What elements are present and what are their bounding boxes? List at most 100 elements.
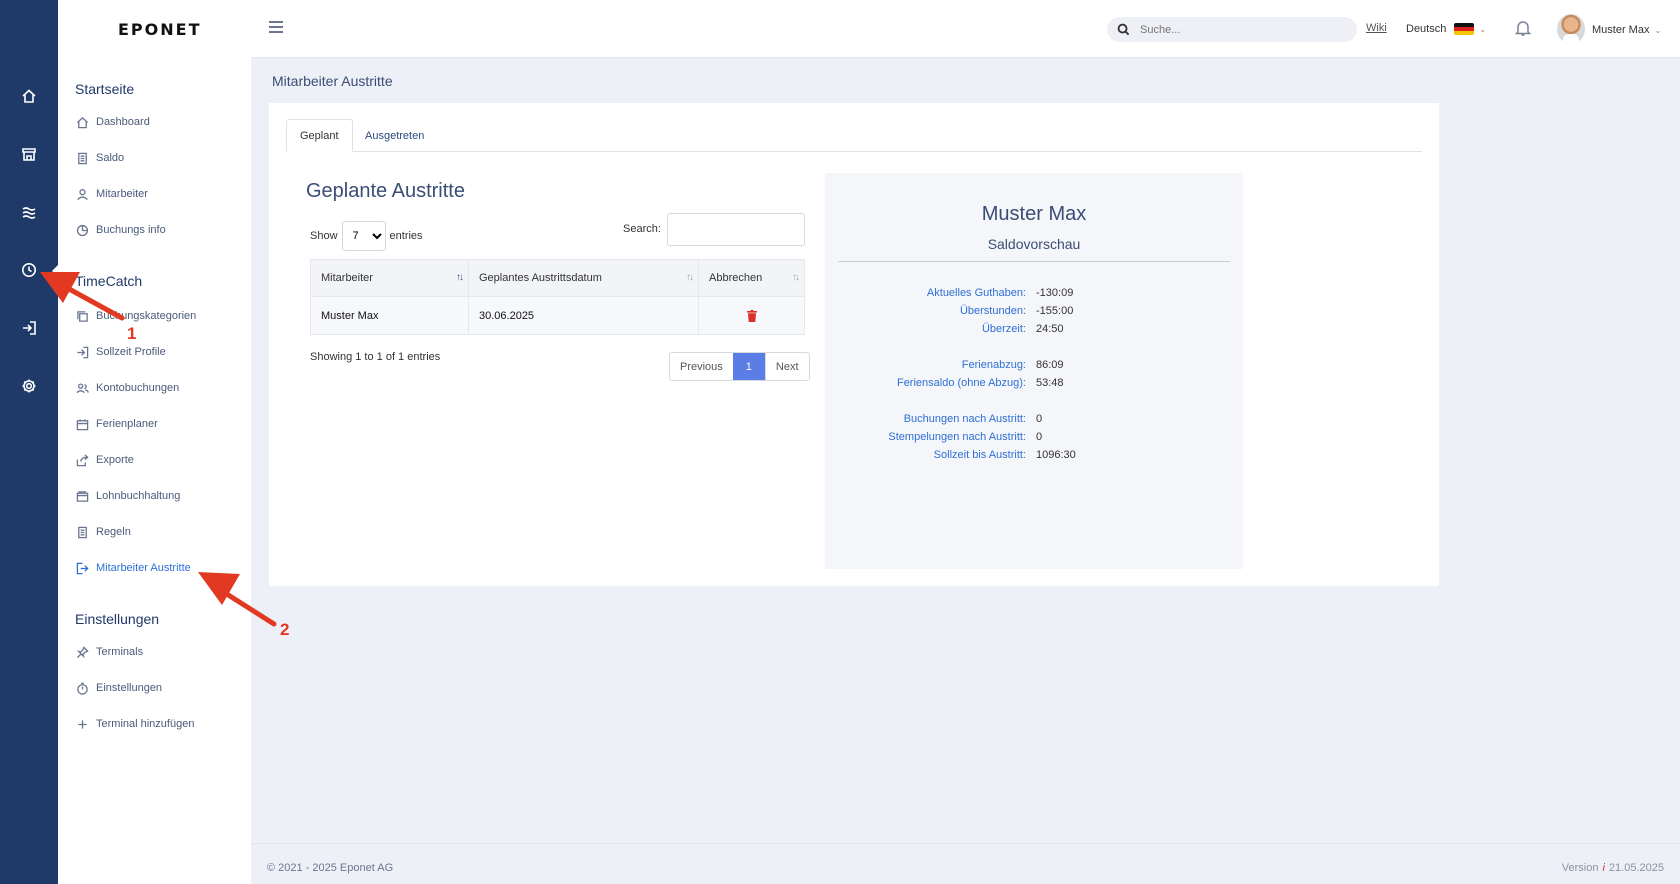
sidebar-item-dashboard[interactable]: Dashboard xyxy=(75,113,150,131)
sidebar-item-label: Sollzeit Profile xyxy=(96,346,166,358)
planned-exits-table: Mitarbeiter ↑↓ Geplantes Austrittsdatum ↑↓… xyxy=(310,259,805,335)
pagination: Previous 1 Next xyxy=(669,352,810,381)
tab-geplant[interactable]: Geplant xyxy=(286,119,353,152)
language-selector[interactable]: Deutsch ⌄ xyxy=(1406,23,1486,35)
column-header-mitarbeiter[interactable]: Mitarbeiter ↑↓ xyxy=(310,259,469,297)
previous-button[interactable]: Previous xyxy=(670,353,733,380)
sidebar-item-label: Saldo xyxy=(96,152,125,164)
german-flag-icon xyxy=(1454,23,1475,35)
next-button[interactable]: Next xyxy=(764,353,809,380)
sidebar-item-label: Kontobuchungen xyxy=(96,382,180,394)
tab-ausgetreten[interactable]: Ausgetreten xyxy=(352,119,437,152)
copyright: © 2021 - 2025 Eponet AG xyxy=(267,862,394,874)
logout-icon xyxy=(75,561,89,575)
cell-austrittsdatum: 30.06.2025 xyxy=(468,296,699,335)
sidebar-item-einstellungen[interactable]: Einstellungen xyxy=(75,679,162,697)
search-input[interactable] xyxy=(1140,23,1330,36)
sort-icon: ↑↓ xyxy=(792,272,800,283)
login-icon[interactable] xyxy=(19,318,39,338)
chevron-down-icon: ⌄ xyxy=(1654,25,1662,35)
wiki-link[interactable]: Wiki xyxy=(1366,22,1387,34)
sidebar-item-label: Ferienplaner xyxy=(96,418,158,430)
content-card: Geplant Ausgetreten Geplante Austritte S… xyxy=(269,103,1439,586)
entries-select[interactable]: 7 xyxy=(341,221,386,251)
preview-row: Ferienabzug: 86:09 xyxy=(961,359,1064,371)
table-info: Showing 1 to 1 of 1 entries xyxy=(310,351,441,363)
section-title-einstellungen: Einstellungen xyxy=(75,611,160,627)
sidebar-item-buchungskategorien[interactable]: Buchungskategorien xyxy=(75,307,196,325)
preview-employee-name: Muster Max xyxy=(981,203,1087,225)
column-header-austrittsdatum[interactable]: Geplantes Austrittsdatum ↑↓ xyxy=(468,259,699,297)
preview-row: Sollzeit bis Austritt: 1096:30 xyxy=(933,449,1076,461)
page-title: Mitarbeiter Austritte xyxy=(272,73,393,89)
notification-bell-icon[interactable] xyxy=(1514,19,1532,39)
avatar[interactable] xyxy=(1557,14,1585,44)
page-1-button[interactable]: 1 xyxy=(732,353,765,380)
sidebar-item-label: Terminal hinzufügen xyxy=(96,718,195,730)
login-icon xyxy=(75,345,89,359)
preview-row: Buchungen nach Austritt: 0 xyxy=(903,413,1043,425)
gear-icon[interactable] xyxy=(19,376,39,396)
tab-bar: Geplant Ausgetreten xyxy=(286,119,1422,152)
preview-row: Überzeit: 24:50 xyxy=(981,323,1064,335)
sidebar-item-regeln[interactable]: Regeln xyxy=(75,523,131,541)
sidebar-item-label: Dashboard xyxy=(96,116,150,128)
cell-mitarbeiter: Muster Max xyxy=(310,296,469,335)
sidebar-item-kontobuchungen[interactable]: Kontobuchungen xyxy=(75,379,179,397)
home-icon[interactable] xyxy=(19,86,39,106)
page-length-control: Show 7 entries xyxy=(310,221,423,251)
document-icon xyxy=(75,151,89,165)
footer: © 2021 - 2025 Eponet AG Version i 21.05.20… xyxy=(251,843,1680,884)
pie-chart-icon xyxy=(75,223,89,237)
info-icon[interactable]: i xyxy=(1602,862,1604,874)
sort-icon: ↑↓ xyxy=(456,272,464,283)
sidebar-item-label: Terminals xyxy=(96,646,144,658)
sidebar-item-saldo[interactable]: Saldo xyxy=(75,149,124,167)
preview-subtitle: Saldovorschau xyxy=(987,236,1081,252)
sort-icon: ↑↓ xyxy=(686,272,694,283)
top-bar: Wiki Deutsch ⌄ Muster Max ⌄ xyxy=(251,0,1680,58)
sidebar-item-lohnbuchhaltung[interactable]: Lohnbuchhaltung xyxy=(75,487,180,505)
search-icon xyxy=(1117,23,1130,36)
eponet-logo[interactable]: EPONET xyxy=(118,20,202,39)
sidebar-item-label: Exporte xyxy=(96,454,134,466)
sidebar-item-label: Mitarbeiter xyxy=(96,188,148,200)
sidebar-item-label: Buchungs info xyxy=(96,224,166,236)
sidebar-item-terminals[interactable]: Terminals xyxy=(75,643,143,661)
preview-row: Feriensaldo (ohne Abzug): 53:48 xyxy=(896,377,1064,389)
clock-icon[interactable] xyxy=(19,260,39,280)
cell-abbrechen xyxy=(698,296,805,335)
sidebar-item-mitarbeiter-austritte[interactable]: Mitarbeiter Austritte xyxy=(75,559,191,577)
share-icon xyxy=(75,453,89,467)
annotation-number-2: 2 xyxy=(280,620,290,639)
sidebar-item-exporte[interactable]: Exporte xyxy=(75,451,134,469)
copy-icon xyxy=(75,309,89,323)
divider xyxy=(838,261,1230,262)
table-search-input[interactable] xyxy=(667,213,805,246)
column-header-abbrechen[interactable]: Abbrechen ↑↓ xyxy=(698,259,805,297)
plus-icon xyxy=(75,717,89,731)
preview-row: Stempelungen nach Austritt: 0 xyxy=(888,431,1043,443)
wallet-icon xyxy=(75,489,89,503)
annotation-number-1: 1 xyxy=(127,324,137,343)
entries-label: entries xyxy=(389,230,423,242)
pin-icon xyxy=(75,645,89,659)
section-title-timecatch: TimeCatch xyxy=(75,273,143,289)
sidebar-item-ferienplaner[interactable]: Ferienplaner xyxy=(75,415,158,433)
sidebar-item-buchungs-info[interactable]: Buchungs info xyxy=(75,221,166,239)
sidebar-item-terminal-hinzufuegen[interactable]: Terminal hinzufügen xyxy=(75,715,194,733)
search-field[interactable] xyxy=(1107,17,1357,42)
users-icon xyxy=(75,381,89,395)
version-label: Version xyxy=(1561,862,1599,874)
menu-toggle-icon[interactable] xyxy=(269,21,283,33)
version-info: Version i 21.05.2025 xyxy=(1562,862,1664,874)
sidebar-item-mitarbeiter[interactable]: Mitarbeiter xyxy=(75,185,148,203)
stopwatch-icon xyxy=(75,681,89,695)
sidebar-item-sollzeit-profile[interactable]: Sollzeit Profile xyxy=(75,343,166,361)
preview-row: Aktuelles Guthaben: -130:09 xyxy=(926,287,1074,299)
chevron-down-icon: ⌄ xyxy=(1479,24,1487,34)
trash-icon[interactable] xyxy=(746,309,757,322)
user-menu[interactable]: Muster Max ⌄ xyxy=(1592,24,1661,36)
waves-icon[interactable] xyxy=(19,202,39,222)
store-icon[interactable] xyxy=(19,144,39,164)
